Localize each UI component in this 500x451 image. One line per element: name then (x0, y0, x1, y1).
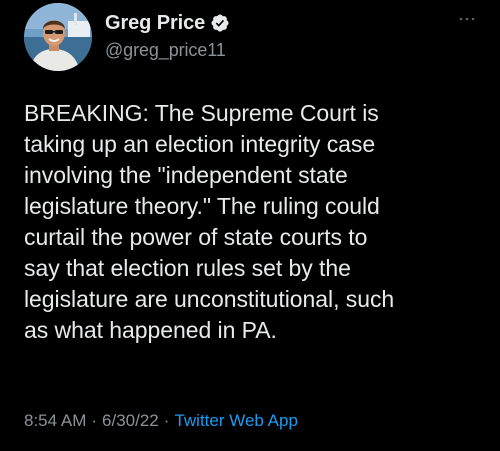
tweet-meta: 8:54 AM · 6/30/22 · Twitter Web App (24, 411, 298, 431)
display-name-row: Greg Price (105, 10, 230, 36)
meta-separator: · (163, 411, 170, 430)
tweet-time[interactable]: 8:54 AM (24, 411, 86, 431)
more-options-icon (459, 17, 475, 21)
verified-badge-icon (210, 13, 230, 33)
tweet-date[interactable]: 6/30/22 (102, 411, 159, 431)
tweet-text: BREAKING: The Supreme Court is taking up… (24, 100, 395, 343)
display-name[interactable]: Greg Price (105, 12, 205, 35)
meta-separator: · (91, 411, 98, 430)
user-handle[interactable]: @greg_price11 (105, 40, 230, 61)
more-options-button[interactable] (456, 8, 478, 30)
tweet-source-link[interactable]: Twitter Web App (174, 411, 297, 431)
avatar[interactable] (24, 3, 92, 71)
author-info[interactable]: Greg Price @greg_price11 (105, 10, 230, 61)
tweet-card: Greg Price @greg_price11 BREAKING: The S… (0, 0, 500, 451)
